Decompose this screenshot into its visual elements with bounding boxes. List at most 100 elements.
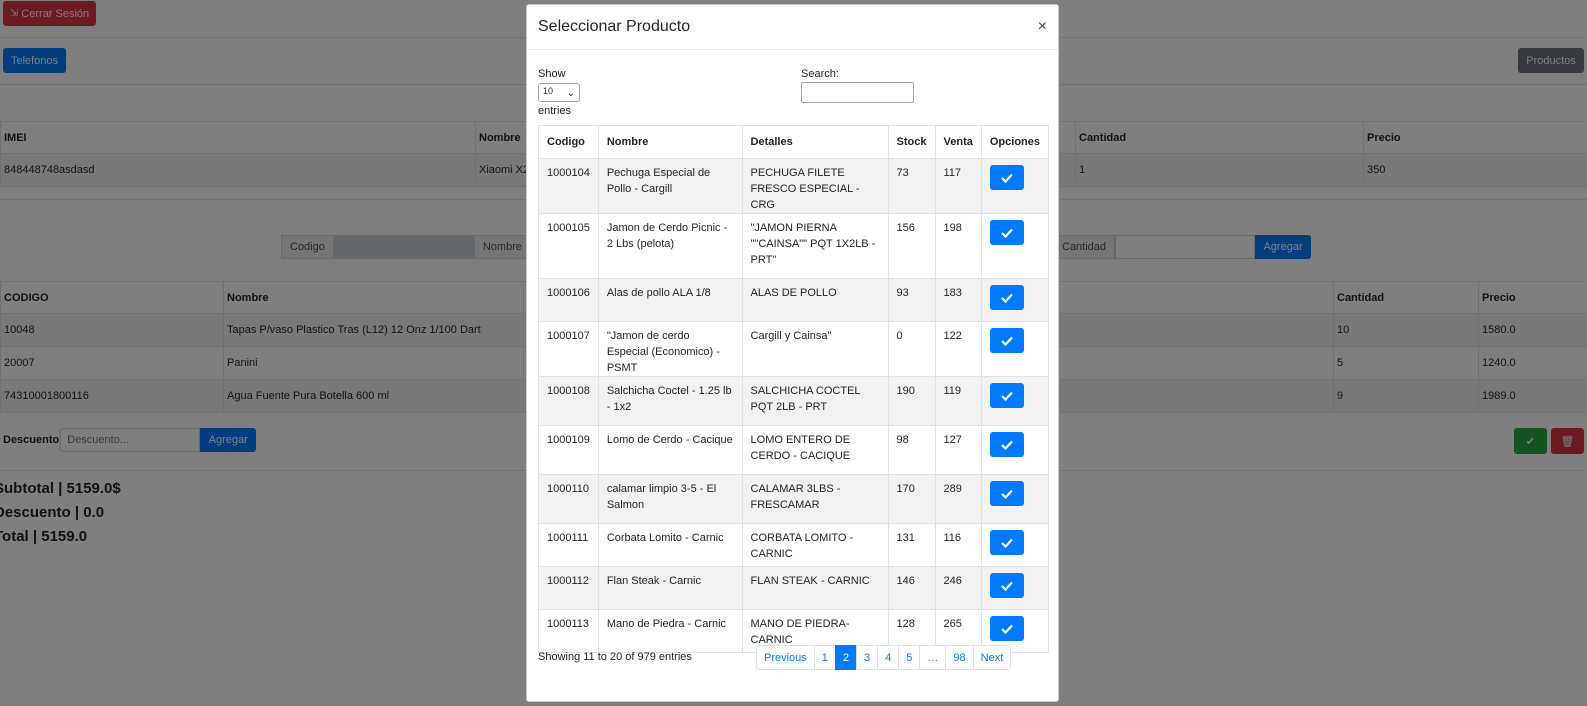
chevron-down-icon: ⌄ (566, 88, 575, 99)
page-4[interactable]: 4 (877, 645, 900, 670)
cell-stock: 146 (887, 566, 936, 610)
check-icon (1001, 538, 1013, 548)
page-3[interactable]: 3 (856, 645, 879, 670)
previous-page-button[interactable]: Previous (756, 645, 815, 670)
col-stock[interactable]: Stock (887, 125, 936, 159)
cell-opciones (980, 474, 1050, 524)
cell-detalles: PECHUGA FILETE FRESCO ESPECIAL - CRG (741, 158, 889, 214)
col-nombre[interactable]: Nombre (597, 125, 743, 159)
cell-opciones (980, 213, 1050, 279)
select-product-button[interactable] (989, 165, 1024, 190)
col-codigo[interactable]: Codigo (538, 125, 599, 159)
table-row: 1000109 Lomo de Cerdo - Cacique LOMO ENTER… (538, 425, 1050, 475)
cell-codigo: 1000111 (538, 523, 599, 567)
products-table: Codigo Nombre Detalles Stock Venta Opcio… (538, 125, 1050, 653)
cell-venta: 289 (934, 474, 982, 524)
next-page-button[interactable]: Next (972, 645, 1012, 670)
pagination: Previous 1 2 3 4 5… 98 Next (756, 645, 1012, 670)
cell-detalles: CALAMAR 3LBS - FRESCAMAR (741, 474, 889, 524)
cell-nombre: Jamon de Cerdo Picnic - 2 Lbs (pelota) (597, 213, 743, 279)
cell-stock: 170 (887, 474, 936, 524)
cell-venta: 127 (934, 425, 982, 475)
col-detalles[interactable]: Detalles (741, 125, 889, 159)
select-product-button[interactable] (989, 285, 1024, 310)
cell-codigo: 1000106 (538, 278, 599, 322)
cell-nombre: "Jamon de cerdo Especial (Economico) - P… (597, 321, 743, 377)
cell-venta: 198 (934, 213, 982, 279)
modal-header: Seleccionar Producto × (527, 5, 1058, 50)
page-ellipsis: … (919, 645, 947, 670)
select-product-button[interactable] (989, 573, 1024, 598)
cell-venta: 183 (934, 278, 982, 322)
datatable-controls: Show 10 ⌄ entries Search: (538, 67, 1048, 123)
cell-detalles: SALCHICHA COCTEL PQT 2LB - PRT (741, 376, 889, 426)
search-label: Search: (801, 68, 839, 80)
cell-detalles: LOMO ENTERO DE CERDO - CACIQUE (741, 425, 889, 475)
cell-codigo: 1000109 (538, 425, 599, 475)
length-control: Show 10 ⌄ entries (538, 67, 580, 118)
cell-nombre: Alas de pollo ALA 1/8 (597, 278, 743, 322)
check-icon (1001, 228, 1013, 238)
select-product-button[interactable] (989, 432, 1024, 457)
cell-codigo: 1000108 (538, 376, 599, 426)
modal-title: Seleccionar Producto (538, 18, 691, 35)
cell-detalles: Cargill y Cainsa" (741, 321, 889, 377)
cell-detalles: FLAN STEAK - CARNIC (741, 566, 889, 610)
cell-stock: 131 (887, 523, 936, 567)
table-row: 1000105 Jamon de Cerdo Picnic - 2 Lbs (pe… (538, 213, 1050, 279)
cell-codigo: 1000110 (538, 474, 599, 524)
cell-opciones (980, 566, 1050, 610)
cell-stock: 93 (887, 278, 936, 322)
search-control: Search: (801, 67, 914, 103)
cell-opciones (980, 278, 1050, 322)
cell-detalles: CORBATA LOMITO -CARNIC (741, 523, 889, 567)
cell-detalles: ALAS DE POLLO (741, 278, 889, 322)
table-row: 1000107 "Jamon de cerdo Especial (Economi… (538, 321, 1050, 377)
cell-nombre: Pechuga Especial de Pollo - Cargill (597, 158, 743, 214)
cell-stock: 98 (887, 425, 936, 475)
cell-nombre: Corbata Lomito - Carnic (597, 523, 743, 567)
cell-venta: 246 (934, 566, 982, 610)
col-opciones[interactable]: Opciones (980, 125, 1050, 159)
table-row: 1000106 Alas de pollo ALA 1/8 ALAS DE POLL… (538, 278, 1050, 322)
cell-opciones (980, 321, 1050, 377)
page-1[interactable]: 1 (813, 645, 836, 670)
select-product-button[interactable] (989, 220, 1024, 245)
search-input[interactable] (801, 82, 914, 103)
page-5[interactable]: 5 (898, 645, 921, 670)
check-icon (1001, 624, 1013, 634)
select-product-modal: Seleccionar Producto × Show 10 ⌄ entries… (526, 4, 1059, 702)
table-info: Showing 11 to 20 of 979 entries (538, 651, 692, 663)
cell-venta: 117 (934, 158, 982, 214)
cell-opciones (980, 425, 1050, 475)
page-2[interactable]: 2 (834, 645, 858, 670)
cell-stock: 156 (887, 213, 936, 279)
table-row: 1000108 Salchicha Coctel - 1.25 lb - 1x2 S… (538, 376, 1050, 426)
check-icon (1001, 440, 1013, 450)
col-venta[interactable]: Venta (934, 125, 982, 159)
cell-nombre: Salchicha Coctel - 1.25 lb - 1x2 (597, 376, 743, 426)
cell-nombre: Flan Steak - Carnic (597, 566, 743, 610)
check-icon (1001, 489, 1013, 499)
cell-stock: 190 (887, 376, 936, 426)
select-product-button[interactable] (989, 616, 1024, 641)
cell-codigo: 1000105 (538, 213, 599, 279)
cell-stock: 0 (887, 321, 936, 377)
select-product-button[interactable] (989, 383, 1024, 408)
cell-opciones (980, 158, 1050, 214)
page-98[interactable]: 98 (945, 645, 974, 670)
select-product-button[interactable] (989, 530, 1024, 555)
table-row: 1000110 calamar limpio 3-5 - El Salmon CAL… (538, 474, 1050, 524)
select-product-button[interactable] (989, 328, 1024, 353)
cell-stock: 73 (887, 158, 936, 214)
check-icon (1001, 173, 1013, 183)
select-product-button[interactable] (989, 481, 1024, 506)
cell-venta: 119 (934, 376, 982, 426)
cell-venta: 116 (934, 523, 982, 567)
cell-nombre: Lomo de Cerdo - Cacique (597, 425, 743, 475)
close-icon[interactable]: × (1038, 19, 1047, 35)
entries-select[interactable]: 10 ⌄ (538, 83, 580, 102)
cell-detalles: "JAMON PIERNA ""CAINSA"" PQT 1X2LB - PRT… (741, 213, 889, 279)
cell-nombre: Mano de Piedra - Carnic (597, 609, 743, 653)
check-icon (1001, 293, 1013, 303)
